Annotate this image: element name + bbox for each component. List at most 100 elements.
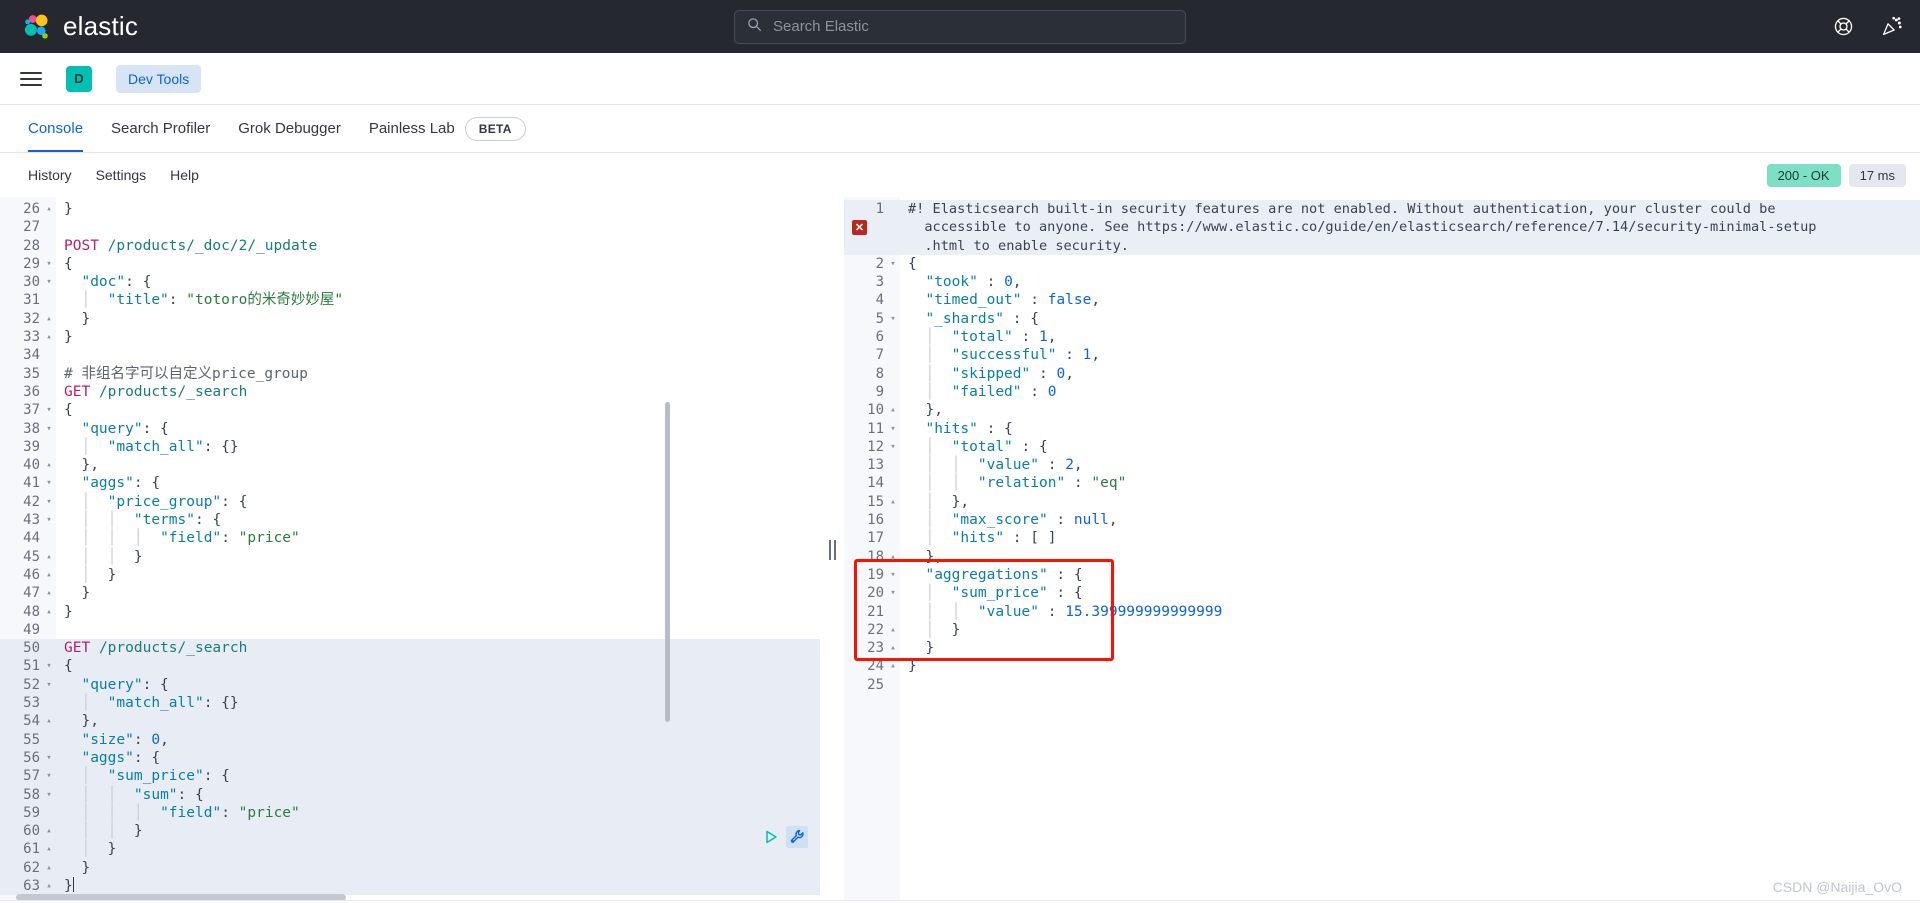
fold-toggle[interactable]: ▾	[42, 401, 56, 419]
fold-toggle[interactable]: ▴	[42, 456, 56, 474]
fold-toggle[interactable]: ▾	[886, 438, 900, 456]
error-x-icon[interactable]: ✕	[852, 220, 867, 236]
fold-toggle[interactable]: ▾	[886, 420, 900, 438]
fold-toggle[interactable]: ▴	[42, 877, 56, 895]
fold-toggle[interactable]: ▾	[42, 676, 56, 694]
line-number: 42	[23, 493, 40, 510]
space-avatar[interactable]: D	[66, 65, 92, 92]
tab-search-profiler[interactable]: Search Profiler	[97, 105, 224, 152]
line-number: 16	[867, 512, 884, 529]
fold-toggle[interactable]: ▴	[42, 859, 56, 877]
line-number: 57	[23, 768, 40, 785]
response-status-group: 200 - OK 17 ms	[1766, 153, 1906, 197]
fold-toggle[interactable]: ▴	[886, 401, 900, 419]
console-settings-link[interactable]: Settings	[84, 167, 159, 183]
hamburger-menu-icon[interactable]	[16, 64, 46, 94]
fold-toggle[interactable]: ▾	[886, 566, 900, 584]
elastic-brand[interactable]: elastic	[22, 11, 138, 42]
console-split: 26 ▴} 27 28 POST /products/_doc/2/_update 29 ▾…	[0, 197, 1920, 903]
fold-toggle[interactable]: ▴	[42, 310, 56, 328]
console-help-link[interactable]: Help	[158, 167, 211, 183]
fold-toggle[interactable]: ▴	[42, 328, 56, 346]
code-line: 7 │ "successful" : 1,	[844, 346, 1920, 364]
response-editor-pane[interactable]: 1 #! Elasticsearch built-in security feat…	[844, 197, 1920, 903]
code-text: GET /products/_search	[64, 640, 248, 657]
request-editor-pane[interactable]: 26 ▴} 27 28 POST /products/_doc/2/_update 29 ▾…	[0, 197, 820, 903]
code-text: }	[908, 658, 917, 675]
fold-toggle[interactable]: ▾	[42, 749, 56, 767]
fold-toggle[interactable]: ▾	[42, 420, 56, 438]
fold-toggle[interactable]: ▴	[886, 493, 900, 511]
tab-painless-lab[interactable]: Painless Lab BETA	[355, 105, 540, 152]
code-text: │ "match_all": {}	[81, 438, 239, 455]
warning-text: .html to enable security.	[908, 237, 1129, 254]
fold-toggle[interactable]: ▴	[886, 621, 900, 639]
code-text: │ "title": "totoro的米奇妙妙屋"	[81, 292, 344, 309]
code-text: │ │ "sum": {	[81, 786, 204, 803]
fold-toggle[interactable]: ▴	[886, 639, 900, 657]
fold-toggle[interactable]: ▴	[42, 822, 56, 840]
fold-toggle[interactable]: ▴	[886, 548, 900, 566]
console-history-link[interactable]: History	[16, 167, 84, 183]
code-line: 45 ▴ │ │ }	[0, 548, 820, 566]
code-line: 36 GET /products/_search	[0, 383, 820, 401]
fold-toggle[interactable]: ▾	[886, 255, 900, 273]
code-line: 55 "size": 0,	[0, 730, 820, 749]
response-warning-line: 1 #! Elasticsearch built-in security feat…	[844, 200, 1920, 219]
fold-toggle[interactable]: ▴	[42, 548, 56, 566]
fold-toggle[interactable]: ▾	[42, 273, 56, 291]
fold-toggle[interactable]: ▴	[42, 200, 56, 218]
fold-toggle[interactable]: ▴	[42, 584, 56, 602]
line-number: 25	[867, 676, 884, 693]
code-line: 42 ▾ │ "price_group": {	[0, 493, 820, 511]
tab-console[interactable]: Console	[14, 105, 97, 152]
fold-toggle[interactable]: ▾	[42, 786, 56, 804]
code-line: 38 ▾ "query": {	[0, 420, 820, 438]
code-line: 50 GET /products/_search	[0, 639, 820, 658]
fold-toggle[interactable]: ▾	[42, 511, 56, 529]
code-line: 41 ▾ "aggs": {	[0, 474, 820, 492]
line-number: 20	[867, 585, 884, 602]
line-number: 3	[875, 274, 884, 291]
line-number: 56	[23, 749, 40, 766]
fold-toggle[interactable]: ▴	[42, 840, 56, 858]
code-text: }	[64, 876, 74, 894]
line-number: 15	[867, 493, 884, 510]
party-popper-icon[interactable]	[1880, 16, 1902, 38]
fold-toggle[interactable]: ▴	[42, 603, 56, 621]
code-text: │ }	[925, 621, 961, 638]
code-line: 24 ▴}	[844, 657, 1920, 675]
code-line: 40 ▴ },	[0, 456, 820, 474]
code-text: "query": {	[81, 420, 169, 437]
fold-toggle[interactable]: ▴	[42, 712, 56, 730]
code-line: 3 "took" : 0,	[844, 273, 1920, 291]
code-line: 18 ▴ },	[844, 548, 1920, 566]
wrench-icon[interactable]	[786, 826, 808, 848]
code-text: }	[64, 585, 91, 602]
line-number: 60	[23, 823, 40, 840]
line-number: 46	[23, 566, 40, 583]
fold-toggle[interactable]: ▾	[886, 584, 900, 602]
request-vertical-scrollbar[interactable]	[665, 402, 670, 722]
fold-toggle[interactable]: ▾	[42, 474, 56, 492]
breadcrumb-dev-tools[interactable]: Dev Tools	[116, 64, 202, 93]
tab-grok-debugger[interactable]: Grok Debugger	[224, 105, 355, 152]
fold-toggle[interactable]: ▾	[886, 310, 900, 328]
help-lifebuoy-icon[interactable]	[1832, 16, 1854, 38]
fold-toggle[interactable]: ▾	[42, 767, 56, 785]
fold-toggle[interactable]: ▾	[42, 493, 56, 511]
request-editor[interactable]: 26 ▴} 27 28 POST /products/_doc/2/_update 29 ▾…	[0, 197, 820, 903]
fold-toggle[interactable]: ▴	[42, 566, 56, 584]
play-icon[interactable]	[760, 826, 782, 848]
line-number: 22	[867, 621, 884, 638]
code-line: 31 │ "title": "totoro的米奇妙妙屋"	[0, 291, 820, 309]
fold-toggle[interactable]: ▴	[886, 657, 900, 675]
global-search-input[interactable]: Search Elastic	[734, 9, 1186, 44]
line-number: 17	[867, 530, 884, 547]
code-text: "aggs": {	[81, 749, 161, 766]
fold-toggle[interactable]: ▾	[42, 657, 56, 675]
line-number: 62	[23, 859, 40, 876]
fold-toggle[interactable]: ▾	[42, 255, 56, 273]
line-number: 52	[23, 676, 40, 693]
pane-splitter[interactable]	[820, 197, 844, 903]
